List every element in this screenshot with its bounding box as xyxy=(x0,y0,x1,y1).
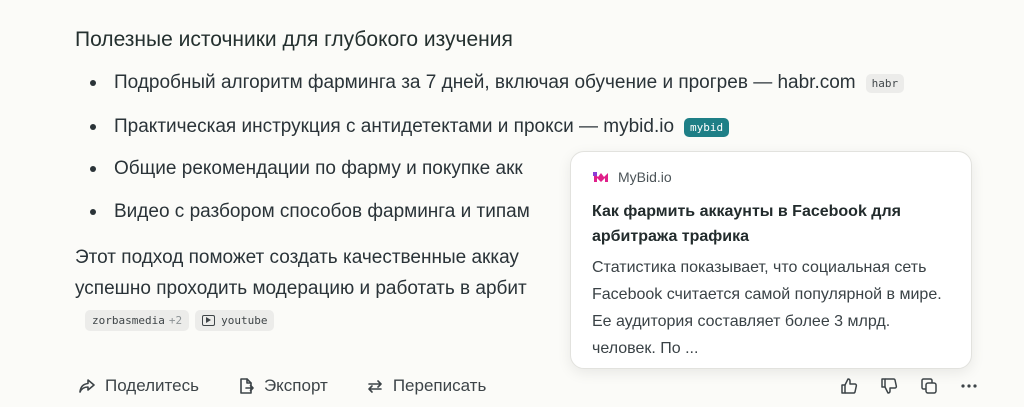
source-tag-mybid[interactable]: mybid xyxy=(684,117,730,137)
bullet-dot xyxy=(90,166,96,172)
list-item: Подробный алгоритм фарминга за 7 дней, в… xyxy=(75,72,905,94)
list-item-text: Видео с разбором способов фарминга и тип… xyxy=(114,201,530,222)
preview-source-name: MyBid.io xyxy=(618,169,672,185)
response-actions: Поделитесь Экспорт Переписать xyxy=(78,376,524,396)
list-item-text: Практическая инструкция с антидетектами … xyxy=(114,116,675,137)
preview-title[interactable]: Как фармить аккаунты в Facebook для арби… xyxy=(592,199,952,249)
summary-paragraph: Этот подход поможет создать качественные… xyxy=(75,242,527,304)
list-item: Общие рекомендации по фарму и покупке ак… xyxy=(75,158,523,180)
bullet-dot xyxy=(90,124,96,130)
mybid-logo-icon xyxy=(593,172,608,182)
thumbs-down-icon[interactable] xyxy=(880,377,898,395)
share-icon xyxy=(79,379,95,393)
source-preview-card[interactable]: MyBid.io Как фармить аккаунты в Facebook… xyxy=(570,151,972,369)
share-button[interactable]: Поделитесь xyxy=(78,376,199,396)
list-item-text: Подробный алгоритм фарминга за 7 дней, в… xyxy=(114,72,856,93)
paragraph-line: успешно проходить модерацию и работать в… xyxy=(75,278,527,299)
thumbs-up-icon[interactable] xyxy=(840,377,858,395)
preview-description: Статистика показывает, что социальная се… xyxy=(592,259,942,357)
list-item-text: Общие рекомендации по фарму и покупке ак… xyxy=(114,158,523,179)
chip-more-count: +2 xyxy=(168,314,183,327)
source-tag-habr[interactable]: habr xyxy=(865,73,905,93)
list-item: Практическая инструкция с антидетектами … xyxy=(75,116,730,138)
export-icon xyxy=(240,378,254,394)
rewrite-label: Переписать xyxy=(392,376,487,395)
preview-source: MyBid.io xyxy=(592,168,672,186)
section-heading: Полезные источники для глубокого изучени… xyxy=(75,28,513,51)
bullet-dot xyxy=(90,80,96,86)
more-options-icon[interactable] xyxy=(960,377,978,395)
rewrite-icon xyxy=(368,380,382,393)
rewrite-button[interactable]: Переписать xyxy=(366,376,487,396)
play-icon xyxy=(202,315,216,326)
bullet-dot xyxy=(90,209,96,215)
share-label: Поделитесь xyxy=(105,376,199,395)
export-label: Экспорт xyxy=(263,376,328,395)
paragraph-line: Этот подход поможет создать качественные… xyxy=(75,247,519,268)
copy-icon[interactable] xyxy=(920,377,938,395)
chip-label: youtube xyxy=(221,314,268,327)
chip-label: zorbasmedia xyxy=(92,314,165,327)
citation-chips: zorbasmedia +2 youtube xyxy=(85,310,275,331)
citation-chip-youtube[interactable]: youtube xyxy=(195,310,275,331)
list-item: Видео с разбором способов фарминга и тип… xyxy=(75,201,530,223)
export-button[interactable]: Экспорт xyxy=(237,376,328,396)
citation-chip-zorbasmedia[interactable]: zorbasmedia +2 xyxy=(85,310,190,331)
feedback-actions xyxy=(840,377,978,395)
